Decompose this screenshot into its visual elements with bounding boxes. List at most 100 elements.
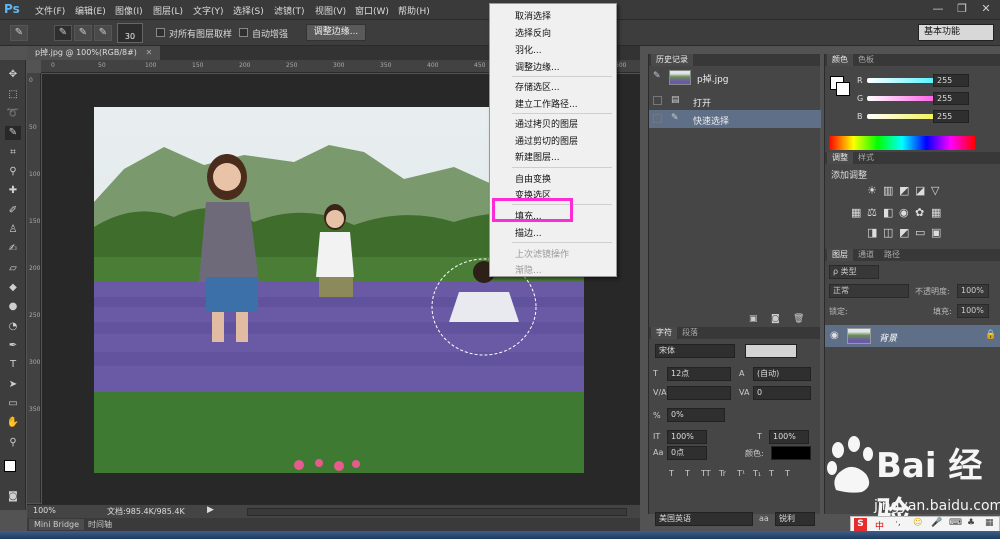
brush-size-picker[interactable]: 30 <box>117 23 143 43</box>
pen-tool-icon[interactable]: ✒ <box>5 339 21 353</box>
font-family-select[interactable]: 宋体 <box>655 344 735 358</box>
channel-mixer-icon[interactable]: ✿ <box>915 206 924 219</box>
stamp-tool-icon[interactable]: ♙ <box>5 223 21 237</box>
document-tab[interactable]: p掉.jpg @ 100%(RGB/8#) ✕ <box>27 46 161 60</box>
red-value[interactable]: 255 <box>933 74 969 87</box>
language-select[interactable]: 美国英语 <box>655 512 753 526</box>
camera-icon[interactable]: ◙ <box>771 314 780 324</box>
tab-character[interactable]: 字符 <box>651 327 677 339</box>
kerning-field[interactable] <box>667 386 731 400</box>
menu-item-layer-via-cut[interactable]: 通过剪切的图层 <box>515 134 578 147</box>
threshold-icon[interactable]: ◩ <box>899 226 909 239</box>
text-style-button[interactable]: T₁ <box>753 469 761 478</box>
scale-percent-field[interactable]: 0% <box>667 408 725 422</box>
leading-field[interactable]: (自动) <box>753 367 811 381</box>
font-size-field[interactable]: 12点 <box>667 367 731 381</box>
photo-filter-icon[interactable]: ◉ <box>899 206 909 219</box>
tab-paragraph[interactable]: 段落 <box>677 327 703 339</box>
levels-icon[interactable]: ▥ <box>883 184 893 197</box>
history-brush-source-icon[interactable]: ✎ <box>653 71 661 81</box>
tab-swatches[interactable]: 色板 <box>853 54 879 66</box>
color-balance-icon[interactable]: ⚖ <box>867 206 877 219</box>
eraser-tool-icon[interactable]: ▱ <box>5 262 21 276</box>
foreground-color-swatch[interactable] <box>4 460 16 472</box>
emoji-icon[interactable]: ☺ <box>913 518 922 528</box>
sogou-icon[interactable]: S <box>854 518 867 531</box>
tab-layers[interactable]: 图层 <box>827 249 853 261</box>
vibrance-icon[interactable]: ▽ <box>931 184 939 197</box>
close-icon[interactable]: ✕ <box>145 48 152 57</box>
menu-item-free-transform[interactable]: 自由变换 <box>515 172 551 185</box>
blur-tool-icon[interactable]: ● <box>5 300 21 314</box>
invert-icon[interactable]: ◨ <box>867 226 877 239</box>
horizontal-scale-field[interactable]: 100% <box>769 430 809 444</box>
tools-icon[interactable]: ▦ <box>985 518 994 528</box>
crop-tool-icon[interactable]: ⌗ <box>5 146 21 160</box>
text-style-button[interactable]: T <box>669 469 674 478</box>
tab-styles[interactable]: 样式 <box>853 152 879 164</box>
color-spectrum-bar[interactable] <box>829 136 975 150</box>
tracking-field[interactable]: 0 <box>753 386 811 400</box>
menu-image[interactable]: 图像(I) <box>115 4 143 17</box>
tab-timeline[interactable]: 时间轴 <box>83 519 117 530</box>
menu-item-new-layer[interactable]: 新建图层... <box>515 150 560 163</box>
marquee-tool-icon[interactable]: ⬚ <box>5 88 21 102</box>
antialias-select[interactable]: 锐利 <box>775 512 815 526</box>
text-style-button[interactable]: Tr <box>719 469 726 478</box>
menu-edit[interactable]: 编辑(E) <box>75 4 106 17</box>
curves-icon[interactable]: ◩ <box>899 184 909 197</box>
menu-file[interactable]: 文件(F) <box>35 4 65 17</box>
menu-item-make-work-path[interactable]: 建立工作路径... <box>515 97 578 110</box>
text-style-button[interactable]: T <box>769 469 774 478</box>
menu-item-feather[interactable]: 羽化... <box>515 43 542 56</box>
menu-type[interactable]: 文字(Y) <box>193 4 224 17</box>
posterize-icon[interactable]: ◫ <box>883 226 893 239</box>
menu-layer[interactable]: 图层(L) <box>153 4 183 17</box>
trash-icon[interactable]: 🗑 <box>793 314 804 324</box>
close-button[interactable]: ✕ <box>976 1 996 17</box>
selective-color-icon[interactable]: ▣ <box>931 226 941 239</box>
add-selection-icon[interactable]: ✎ <box>74 25 92 41</box>
brightness-icon[interactable]: ☀ <box>867 184 877 197</box>
minimize-button[interactable]: — <box>928 1 948 17</box>
lasso-tool-icon[interactable]: ➰ <box>5 107 21 121</box>
subtract-selection-icon[interactable]: ✎ <box>94 25 112 41</box>
zoom-tool-icon[interactable]: ⚲ <box>5 436 21 450</box>
menu-item-save-selection[interactable]: 存储选区... <box>515 80 560 93</box>
new-document-from-state-icon[interactable]: ▣ <box>749 314 758 324</box>
hand-tool-icon[interactable]: ✋ <box>5 416 21 430</box>
fill-field[interactable]: 100% <box>957 304 989 318</box>
tab-mini-bridge[interactable]: Mini Bridge <box>29 519 85 530</box>
quick-mask-icon[interactable]: ◙ <box>5 490 21 504</box>
history-state-row[interactable]: ▤ 打开 <box>649 92 821 110</box>
move-tool-icon[interactable]: ✥ <box>5 68 21 82</box>
exposure-icon[interactable]: ◪ <box>915 184 925 197</box>
black-white-icon[interactable]: ◧ <box>883 206 893 219</box>
path-selection-icon[interactable]: ➤ <box>5 378 21 392</box>
blend-mode-select[interactable]: 正常 <box>829 284 909 298</box>
tab-color[interactable]: 颜色 <box>827 54 853 66</box>
healing-tool-icon[interactable]: ✚ <box>5 184 21 198</box>
layer-filter-select[interactable]: ρ 类型 <box>829 265 879 279</box>
restore-button[interactable]: ❐ <box>952 1 972 17</box>
refine-edge-button[interactable]: 调整边缘... <box>306 24 366 41</box>
hue-saturation-icon[interactable]: ▦ <box>851 206 861 219</box>
menu-item-select-inverse[interactable]: 选择反向 <box>515 26 551 39</box>
auto-enhance-checkbox[interactable] <box>239 28 248 37</box>
tab-channels[interactable]: 通道 <box>853 249 879 261</box>
zoom-field[interactable]: 100% <box>33 506 56 515</box>
font-style-select[interactable] <box>745 344 797 358</box>
brush-tool-icon[interactable]: ✐ <box>5 204 21 218</box>
text-style-button[interactable]: T¹ <box>737 469 745 478</box>
status-menu-arrow-icon[interactable]: ▶ <box>207 505 214 515</box>
menu-filter[interactable]: 滤镜(T) <box>274 4 305 17</box>
tool-preset-icon[interactable]: ✎ <box>10 25 28 41</box>
color-background-swatch[interactable] <box>836 82 850 96</box>
skin-icon[interactable]: ♣ <box>967 518 975 528</box>
horizontal-scrollbar[interactable] <box>247 508 627 516</box>
menu-help[interactable]: 帮助(H) <box>398 4 430 17</box>
tab-paths[interactable]: 路径 <box>879 249 905 261</box>
shape-tool-icon[interactable]: ▭ <box>5 397 21 411</box>
keyboard-icon[interactable]: ⌨ <box>949 518 962 528</box>
punctuation-icon[interactable]: ·, <box>895 518 901 528</box>
